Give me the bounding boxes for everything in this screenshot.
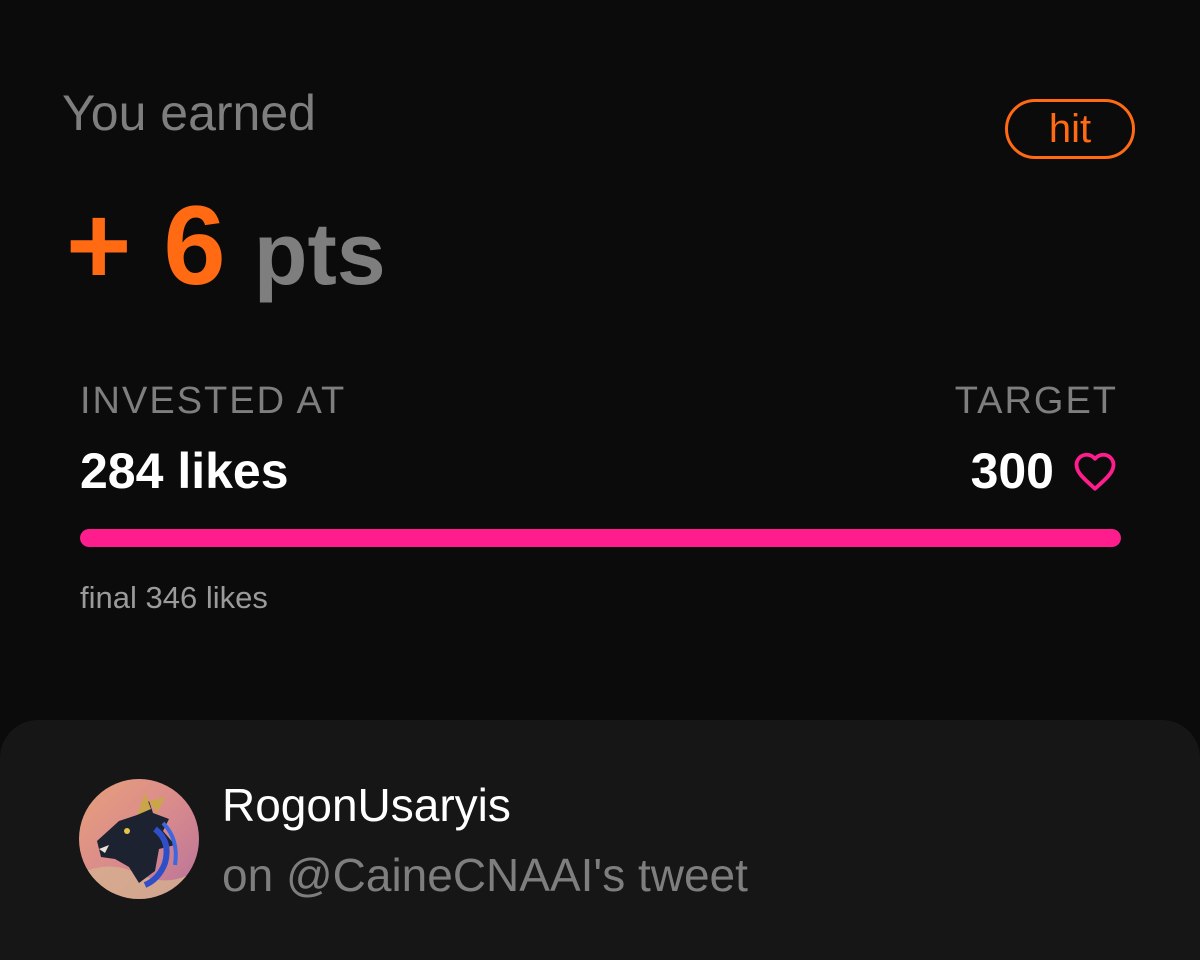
progress-fill (80, 529, 1121, 547)
earned-label: You earned (62, 85, 316, 141)
target-label: TARGET (954, 380, 1118, 422)
final-likes: final 346 likes (80, 580, 268, 615)
points-sign: + (66, 183, 132, 308)
tweet-card[interactable]: RogonUsaryis on @CaineCNAAI's tweet (0, 720, 1200, 960)
tweet-reference[interactable]: on @CaineCNAAI's tweet (222, 852, 748, 898)
points-value: 6 (163, 183, 226, 308)
target-value-group: 300 (971, 446, 1118, 496)
points-earned: + 6 pts (66, 190, 386, 310)
invested-at-label: INVESTED AT (80, 380, 347, 422)
dragon-avatar[interactable] (79, 779, 199, 899)
points-unit: pts (253, 204, 386, 303)
status-badge: hit (1005, 99, 1135, 159)
tweet-username[interactable]: RogonUsaryis (222, 782, 511, 828)
target-value: 300 (970, 443, 1054, 499)
invested-at-value: 284 likes (80, 443, 289, 499)
progress-bar (80, 529, 1121, 547)
points-result-screen: You earned hit + 6 pts INVESTED AT TARGE… (0, 0, 1200, 960)
heart-outline-icon (1072, 450, 1118, 492)
